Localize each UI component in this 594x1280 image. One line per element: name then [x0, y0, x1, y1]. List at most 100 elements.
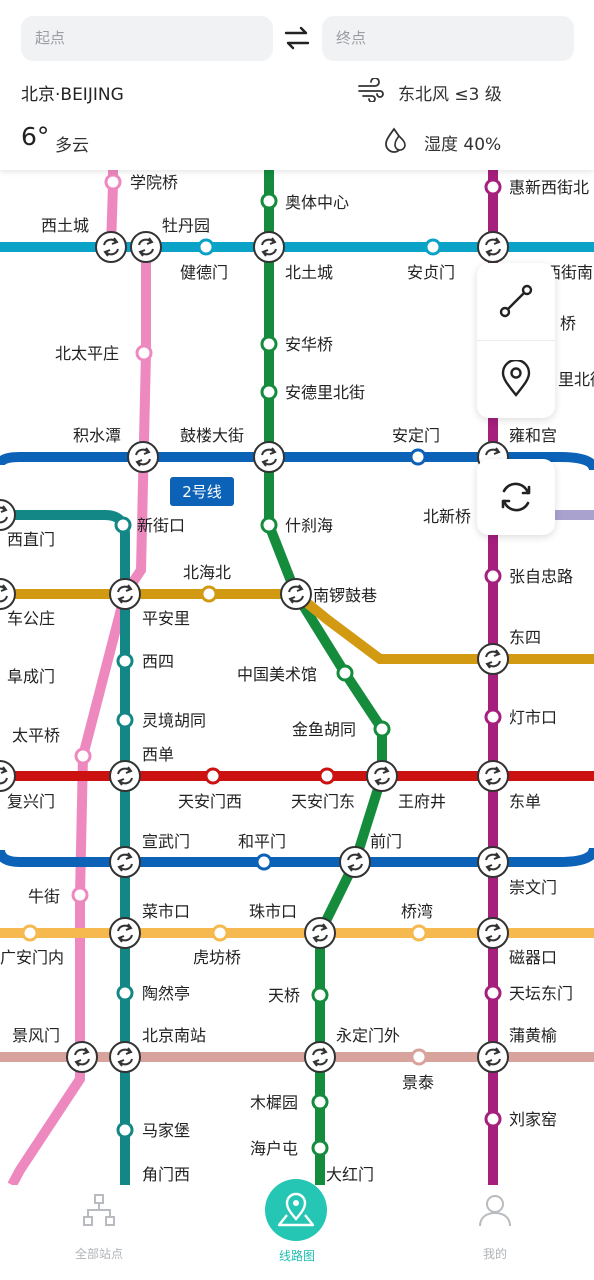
- station-label: 东四: [509, 628, 541, 647]
- station-dot: [211, 924, 229, 942]
- station-dot: [311, 1093, 329, 1111]
- map-pin-icon: [277, 1192, 315, 1227]
- station-dot: [484, 567, 502, 585]
- refresh-button-inner[interactable]: [477, 459, 555, 535]
- user-icon: [479, 1195, 511, 1227]
- station-label: 天桥: [268, 986, 300, 1005]
- station-label: 惠新西街北: [509, 178, 589, 197]
- station-label: 复兴门: [7, 792, 55, 811]
- station-dot: [200, 585, 218, 603]
- station-label: 太平桥: [12, 726, 60, 745]
- station-label: 安德里北街: [285, 383, 365, 402]
- transfer-icon: [109, 578, 141, 610]
- station-label: 西四: [142, 652, 174, 671]
- station-dot: [260, 516, 278, 534]
- station-dot: [74, 747, 92, 765]
- nav-all-stations[interactable]: 全部站点: [0, 1185, 198, 1280]
- station-label: 菜市口: [142, 902, 190, 921]
- refresh-icon: [501, 482, 531, 512]
- station-label: 天坛东门: [509, 984, 573, 1003]
- transfer-icon: [304, 1041, 336, 1073]
- station-dot: [410, 924, 428, 942]
- station-label: 积水潭: [73, 426, 121, 445]
- station-dot: [116, 711, 134, 729]
- swap-icon[interactable]: [283, 24, 311, 52]
- station-label: 北新桥: [423, 507, 471, 526]
- wind-icon: [358, 78, 384, 102]
- origin-input[interactable]: 起点: [21, 16, 273, 61]
- temperature: 6°: [21, 122, 50, 151]
- station-label: 王府井: [398, 792, 446, 811]
- station-label: 奥体中心: [285, 193, 349, 212]
- refresh-button[interactable]: [477, 459, 555, 535]
- station-dot: [409, 448, 427, 466]
- station-dot: [336, 664, 354, 682]
- station-dot: [484, 1110, 502, 1128]
- station-dot: [114, 516, 132, 534]
- station-label: 张自忠路: [509, 567, 573, 586]
- station-dot: [116, 652, 134, 670]
- station-label: 安华桥: [285, 335, 333, 354]
- station-label: 西直门: [7, 530, 55, 549]
- station-label: 蒲黄榆: [509, 1026, 557, 1045]
- header: 起点 终点 北京·BEIJING 东北风 ≤3 级 6° 多云 湿度 40%: [0, 0, 594, 170]
- nav-mine[interactable]: 我的: [396, 1185, 594, 1280]
- route-map-main-button[interactable]: [265, 1179, 327, 1241]
- station-dot: [21, 924, 39, 942]
- location-pin-icon: [501, 360, 531, 397]
- station-label: 北海北: [183, 563, 231, 582]
- transfer-icon: [95, 231, 127, 263]
- nav-route-map-label: 线路图: [278, 1249, 315, 1263]
- transfer-icon: [109, 846, 141, 878]
- station-label: 景风门: [12, 1026, 60, 1045]
- station-label: 广安门内: [0, 948, 64, 967]
- station-dot: [135, 344, 153, 362]
- transfer-icon: [130, 231, 162, 263]
- transfer-icon: [109, 917, 141, 949]
- station-label: 北京南站: [142, 1026, 206, 1045]
- route-button[interactable]: [477, 263, 555, 339]
- station-label: 永定门外: [336, 1026, 400, 1045]
- station-dot: [260, 192, 278, 210]
- station-label: 海户屯: [250, 1139, 298, 1158]
- station-label: 新街口: [137, 516, 185, 535]
- transfer-icon: [66, 1041, 98, 1073]
- station-label: 鼓楼大街: [180, 426, 244, 445]
- station-label: 里北街: [558, 370, 594, 389]
- station-label: 牡丹园: [162, 216, 210, 235]
- station-label: 金鱼胡同: [292, 720, 356, 739]
- station-label: 虎坊桥: [193, 948, 241, 967]
- nav-route-map[interactable]: 线路图: [198, 1179, 396, 1280]
- station-label: 桥: [560, 314, 576, 333]
- station-label: 灯市口: [509, 708, 557, 727]
- destination-input[interactable]: 终点: [322, 16, 574, 61]
- transfer-icon: [0, 578, 16, 610]
- station-tree-icon: [83, 1194, 115, 1226]
- route-icon: [499, 284, 533, 318]
- station-dot: [197, 238, 215, 256]
- transfer-icon: [477, 760, 509, 792]
- station-label: 安定门: [392, 426, 440, 445]
- transfer-icon: [477, 643, 509, 675]
- station-label: 中国美术馆: [237, 665, 317, 684]
- station-label: 景泰: [402, 1073, 434, 1092]
- station-label: 平安里: [142, 609, 190, 628]
- station-dot: [116, 984, 134, 1002]
- transfer-icon: [253, 231, 285, 263]
- city-label: 北京·BEIJING: [21, 85, 124, 105]
- transfer-icon: [0, 760, 16, 792]
- station-label: 西单: [142, 745, 174, 764]
- transfer-icon: [477, 231, 509, 263]
- locate-button[interactable]: [477, 341, 555, 417]
- station-dot: [318, 767, 336, 785]
- station-dot: [71, 886, 89, 904]
- station-label: 西土城: [41, 216, 89, 235]
- station-dot: [104, 173, 122, 191]
- station-label: 大红门: [326, 1165, 374, 1184]
- transfer-icon: [109, 760, 141, 792]
- station-label: 木樨园: [250, 1093, 298, 1112]
- station-dot: [116, 1121, 134, 1139]
- station-dot: [410, 1048, 428, 1066]
- station-label: 健德门: [180, 263, 228, 282]
- station-label: 刘家窑: [509, 1110, 557, 1129]
